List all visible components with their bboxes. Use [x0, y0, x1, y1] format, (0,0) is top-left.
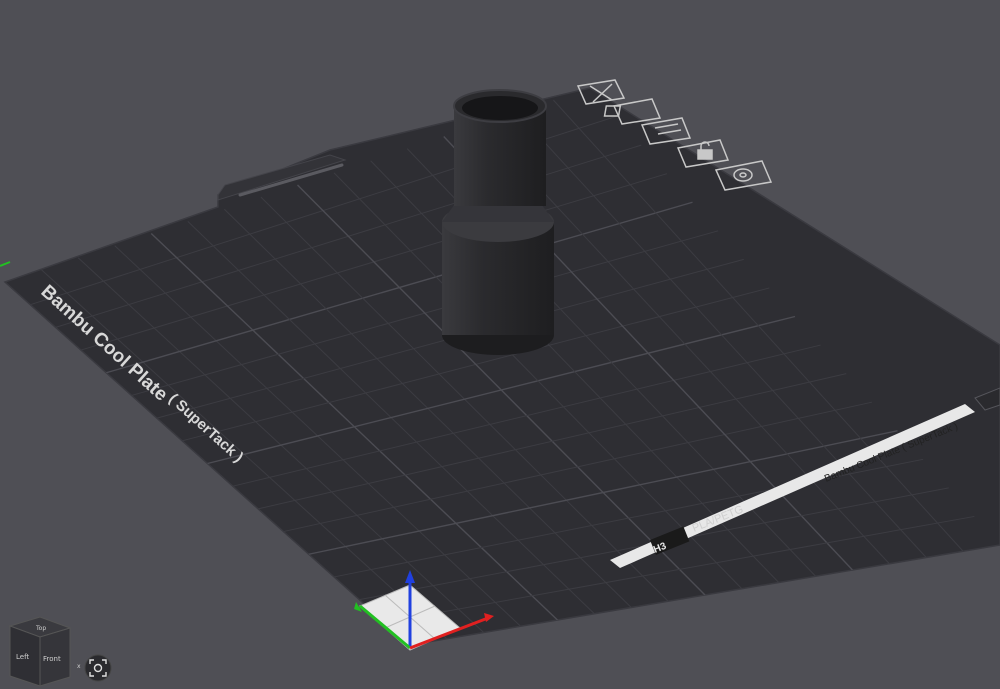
view-cube-left-label: Left [16, 653, 29, 661]
view-cube[interactable]: Top Left Front x [8, 616, 81, 687]
view-cube-axis-x: x [77, 663, 81, 670]
zoom-to-fit-button[interactable] [84, 654, 112, 682]
view-cube-top-label: Top [35, 625, 46, 632]
3d-viewport[interactable]: Bambu Cool Plate ( SuperTack ) Bambu Coo… [0, 0, 1000, 689]
view-cube-front-label: Front [43, 655, 61, 663]
model-object[interactable] [442, 89, 554, 355]
scene-canvas[interactable]: Bambu Cool Plate ( SuperTack ) Bambu Coo… [0, 0, 1000, 689]
